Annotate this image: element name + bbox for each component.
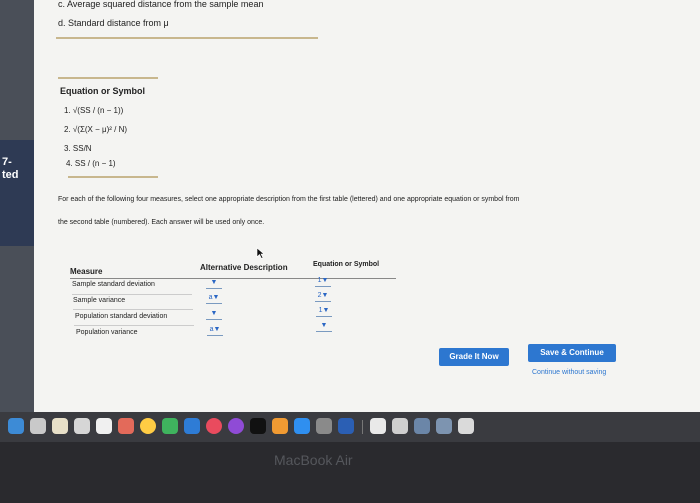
app-store-icon[interactable] [294, 418, 310, 434]
equations-title: Equation or Symbol [60, 86, 146, 96]
dropdown-arrow-icon: ▼ [320, 322, 328, 329]
continue-without-saving-link[interactable]: Continue without saving [532, 369, 606, 376]
divider [58, 77, 158, 79]
laptop-brand-label: MacBook Air [274, 452, 353, 468]
mail-icon[interactable] [74, 418, 90, 434]
row-divider [74, 325, 194, 326]
instructions-line1: For each of the following four measures,… [58, 196, 520, 203]
equation-item: 3. SS/N [64, 144, 92, 153]
trash-icon[interactable] [458, 418, 474, 434]
browser-sidebar: 7- ted [0, 0, 34, 412]
calendar-icon[interactable] [96, 418, 112, 434]
row-divider [72, 294, 192, 295]
macos-dock [0, 412, 700, 442]
description-select[interactable]: ▼ [206, 310, 222, 320]
measure-label: Sample standard deviation [72, 281, 155, 288]
save-continue-button[interactable]: Save & Continue [528, 344, 616, 362]
window-thumbnail-icon[interactable] [414, 418, 430, 434]
measure-label: Population variance [76, 329, 138, 336]
finder-icon[interactable] [8, 418, 24, 434]
equation-select[interactable]: 1▼ [315, 277, 331, 287]
row-divider [73, 309, 193, 310]
photos-icon[interactable] [140, 418, 156, 434]
col-header-equation: Equation or Symbol [313, 261, 380, 268]
word-icon[interactable] [338, 418, 354, 434]
document-icon[interactable] [392, 418, 408, 434]
dock-separator [362, 420, 363, 434]
dropdown-arrow-icon: ▼ [322, 307, 330, 314]
description-select[interactable]: a▼ [207, 326, 223, 336]
numbers-icon[interactable] [162, 418, 178, 434]
grade-it-now-button[interactable]: Grade It Now [439, 348, 509, 366]
equation-item: 2. √(Σ(X − μ)² / N) [64, 125, 128, 134]
sidebar-edge-text: 7- ted [2, 156, 19, 182]
dropdown-arrow-icon: ▼ [213, 326, 221, 333]
col-header-description: Alternative Description [200, 263, 288, 272]
preferences-icon[interactable] [316, 418, 332, 434]
dropdown-arrow-icon: ▼ [212, 294, 220, 301]
dropdown-arrow-icon: ▼ [210, 279, 218, 286]
measure-label: Sample variance [73, 297, 126, 304]
safari-icon[interactable] [52, 418, 68, 434]
mouse-cursor-icon [256, 247, 265, 259]
equation-item: 4. SS / (n − 1) [66, 159, 116, 168]
measure-label: Population standard deviation [75, 313, 168, 320]
header-rule [70, 278, 396, 279]
question-content: c. Average squared distance from the sam… [34, 0, 700, 412]
dropdown-arrow-icon: ▼ [210, 310, 218, 317]
dropdown-arrow-icon: ▼ [321, 292, 329, 299]
document-icon[interactable] [370, 418, 386, 434]
laptop-screen: 7- ted c. Average squared distance from … [0, 0, 700, 412]
option-c: c. Average squared distance from the sam… [58, 0, 264, 9]
window-thumbnail-icon[interactable] [436, 418, 452, 434]
keynote-icon[interactable] [184, 418, 200, 434]
description-select[interactable]: ▼ [206, 279, 222, 289]
sidebar-edge-text-top: 7- [2, 156, 12, 168]
option-d: d. Standard distance from μ [58, 18, 169, 28]
instructions-line2: the second table (numbered). Each answer… [58, 219, 265, 226]
tv-icon[interactable] [250, 418, 266, 434]
equation-item: 1. √(SS / (n − 1)) [64, 106, 124, 115]
equation-select[interactable]: 2▼ [315, 292, 331, 302]
divider [68, 176, 158, 178]
description-select[interactable]: a▼ [206, 294, 222, 304]
divider [56, 37, 318, 39]
sidebar-edge-text-bottom: ted [2, 169, 19, 181]
music-icon[interactable] [206, 418, 222, 434]
podcasts-icon[interactable] [228, 418, 244, 434]
launchpad-icon[interactable] [30, 418, 46, 434]
dropdown-arrow-icon: ▼ [321, 277, 329, 284]
books-icon[interactable] [272, 418, 288, 434]
equation-select[interactable]: ▼ [316, 322, 332, 332]
col-header-measure: Measure [70, 267, 103, 276]
notes-icon[interactable] [118, 418, 134, 434]
equation-select[interactable]: 1▼ [316, 307, 332, 317]
